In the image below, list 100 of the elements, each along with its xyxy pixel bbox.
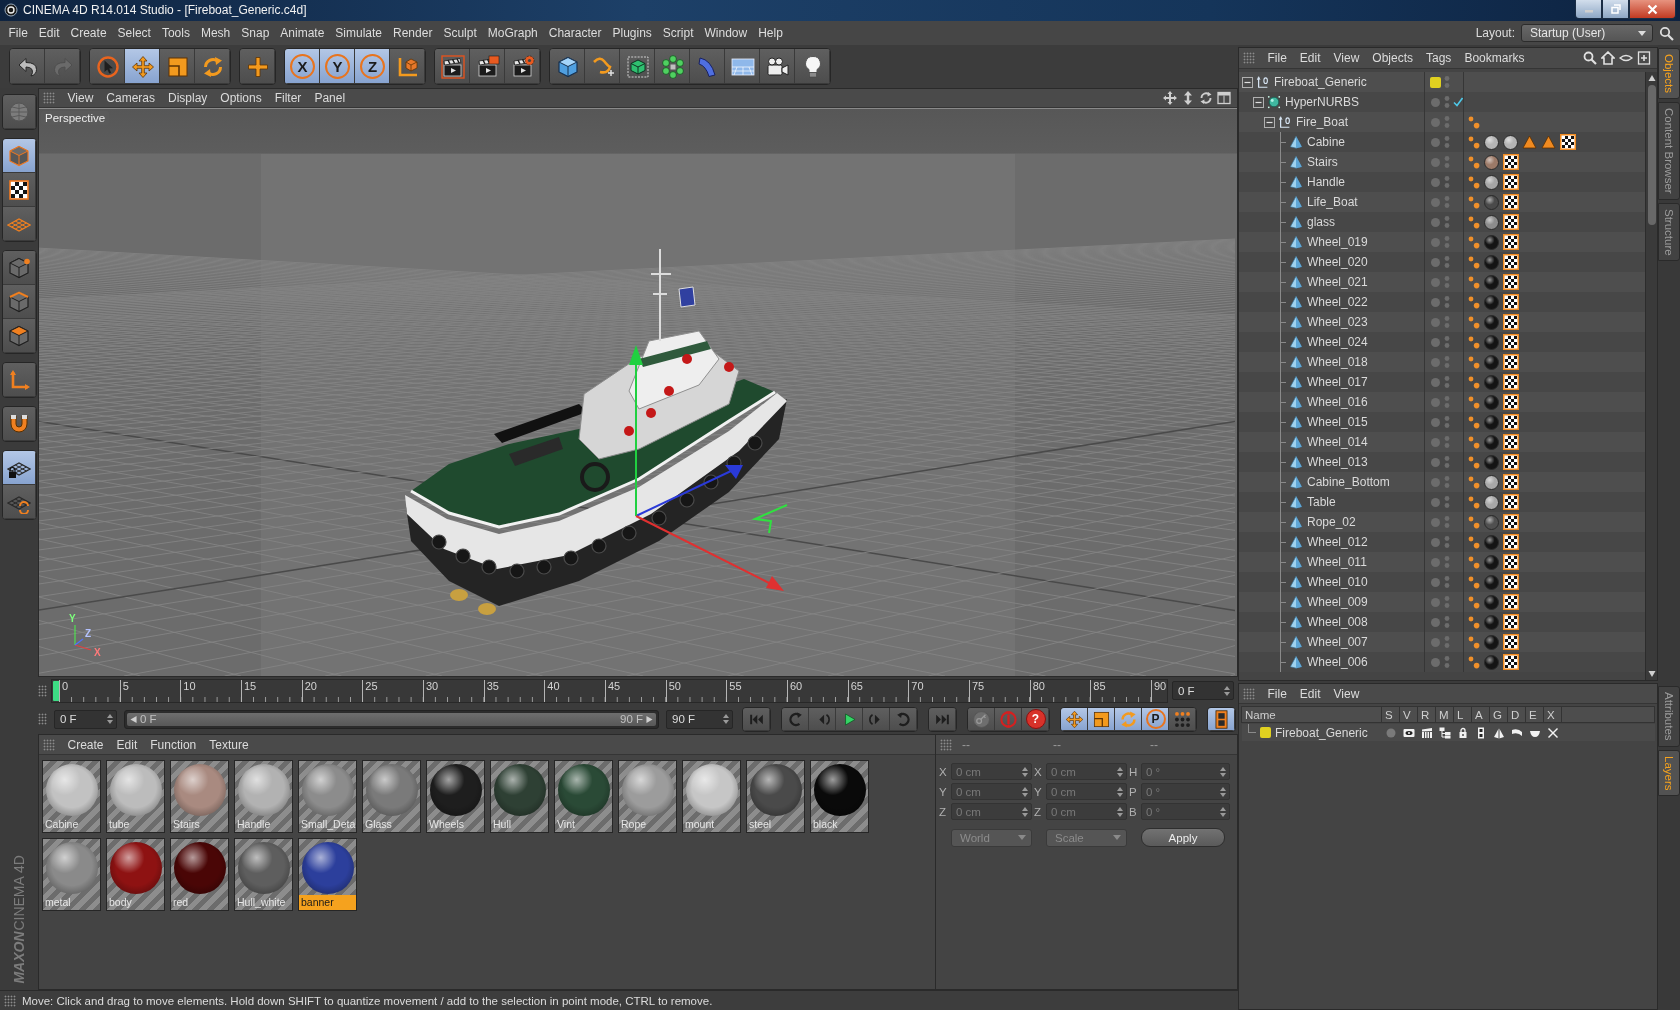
clapperboard-icon[interactable] (1421, 726, 1433, 739)
menu-item[interactable]: Window (699, 26, 753, 40)
collapse-box-icon[interactable] (1242, 76, 1253, 88)
tool-button[interactable] (655, 49, 690, 84)
checker-tag-icon[interactable] (1503, 214, 1519, 230)
menu-item[interactable]: View (1327, 686, 1366, 701)
sphere-tag-icon[interactable] (1484, 274, 1499, 290)
layer-dot-icon[interactable] (1430, 616, 1441, 628)
sphere-tag-icon[interactable] (1484, 474, 1499, 490)
pan-icon[interactable] (1163, 91, 1177, 105)
menu-item[interactable]: Script (657, 26, 699, 40)
checker-tag-icon[interactable] (1503, 494, 1519, 510)
tool-button[interactable] (2, 363, 36, 397)
layer-dot-icon[interactable] (1430, 136, 1441, 148)
dots-tag-icon[interactable] (1468, 415, 1480, 429)
end-frame-field[interactable]: 90 F (666, 709, 733, 729)
dot-icon[interactable] (1385, 726, 1397, 739)
scrollbar[interactable] (1645, 72, 1657, 680)
checker-tag-icon[interactable] (1503, 394, 1519, 410)
tool-button[interactable] (125, 49, 160, 84)
object-row[interactable]: Wheel_007 (1239, 632, 1645, 652)
side-tab[interactable]: Attributes (1658, 686, 1680, 747)
checker-tag-icon[interactable] (1503, 354, 1519, 370)
visibility-dots-icon[interactable] (1444, 595, 1450, 609)
layer-dot-icon[interactable] (1430, 276, 1441, 288)
layer-dot-icon[interactable] (1430, 436, 1441, 448)
material-tile[interactable]: Hull (490, 760, 549, 833)
menu-item[interactable]: Edit (33, 26, 66, 40)
collapse-box-icon[interactable] (1264, 116, 1275, 128)
bend-icon[interactable] (1511, 726, 1523, 739)
column-header[interactable]: S (1382, 707, 1400, 722)
checker-tag-icon[interactable] (1503, 154, 1519, 170)
object-row[interactable]: Fire_Boat (1239, 112, 1645, 132)
checker-tag-icon[interactable] (1503, 234, 1519, 250)
visibility-dots-icon[interactable] (1444, 455, 1450, 469)
menu-item[interactable]: Snap (235, 26, 275, 40)
menu-item[interactable]: Edit (110, 737, 144, 752)
checker-tag-icon[interactable] (1503, 574, 1519, 590)
menu-item[interactable]: Edit (1293, 686, 1328, 701)
column-header[interactable]: R (1418, 707, 1436, 722)
dots-tag-icon[interactable] (1468, 235, 1480, 249)
layer-dot-icon[interactable] (1430, 416, 1441, 428)
triangle-tag-icon[interactable] (1522, 135, 1537, 149)
sphere-tag-icon[interactable] (1484, 534, 1499, 550)
layer-row[interactable]: Fireboat_Generic (1242, 724, 1655, 741)
visibility-dots-icon[interactable] (1444, 315, 1450, 329)
layer-dot-icon[interactable] (1430, 96, 1441, 108)
side-tab[interactable]: Objects (1658, 48, 1680, 99)
question-mark-button[interactable]: ? (1022, 707, 1049, 731)
layer-dot-icon[interactable] (1430, 376, 1441, 388)
sphere-tag-icon[interactable] (1484, 294, 1499, 310)
layer-dot-icon[interactable] (1430, 596, 1441, 608)
layer-dot-icon[interactable] (1430, 576, 1441, 588)
object-row[interactable]: Fireboat_Generic (1239, 72, 1645, 92)
menu-item[interactable]: File (3, 26, 34, 40)
menu-item[interactable]: File (1261, 686, 1294, 701)
sphere-tag-icon[interactable] (1484, 614, 1499, 630)
menu-item[interactable]: Create (61, 737, 111, 752)
parameter-key-button[interactable]: P (1142, 707, 1169, 731)
visibility-dots-icon[interactable] (1444, 435, 1450, 449)
dots-tag-icon[interactable] (1468, 535, 1480, 549)
menu-item[interactable]: Options (213, 91, 269, 105)
material-tile[interactable]: red (170, 838, 229, 911)
eye-icon[interactable] (1403, 726, 1415, 739)
sphere-tag-icon[interactable] (1484, 514, 1499, 530)
sphere-tag-icon[interactable] (1484, 254, 1499, 270)
object-row[interactable]: Wheel_016 (1239, 392, 1645, 412)
checker-tag-icon[interactable] (1503, 374, 1519, 390)
object-row[interactable]: Rope_02 (1239, 512, 1645, 532)
layer-dot-icon[interactable] (1430, 196, 1441, 208)
side-tab[interactable]: Structure (1658, 202, 1680, 262)
pyramid-icon[interactable] (1493, 726, 1505, 739)
layer-color-swatch[interactable] (1430, 76, 1441, 88)
check-icon[interactable] (1453, 97, 1463, 107)
visibility-dots-icon[interactable] (1444, 395, 1450, 409)
column-header[interactable]: L (1454, 707, 1472, 722)
tool-button[interactable] (836, 707, 863, 731)
tool-button[interactable] (725, 49, 760, 84)
x-shape-icon[interactable] (1547, 726, 1559, 739)
layer-dot-icon[interactable] (1430, 116, 1441, 128)
layer-dot-icon[interactable] (1430, 396, 1441, 408)
menu-item[interactable]: Tools (156, 26, 196, 40)
object-row[interactable]: Wheel_014 (1239, 432, 1645, 452)
checker-tag-icon[interactable] (1503, 414, 1519, 430)
visibility-dots-icon[interactable] (1444, 555, 1450, 569)
visibility-dots-icon[interactable] (1444, 75, 1450, 89)
tool-button[interactable] (550, 49, 585, 84)
object-row[interactable]: Wheel_011 (1239, 552, 1645, 572)
menu-item[interactable]: Help (752, 26, 789, 40)
sphere-tag-icon[interactable] (1484, 214, 1499, 230)
dots-tag-icon[interactable] (1468, 475, 1480, 489)
sphere-tag-icon[interactable] (1484, 374, 1499, 390)
dots-tag-icon[interactable] (1468, 195, 1480, 209)
tool-button[interactable] (1208, 707, 1235, 731)
visibility-dots-icon[interactable] (1444, 575, 1450, 589)
menu-item[interactable]: Panel (307, 91, 352, 105)
menu-item[interactable]: Bookmarks (1457, 51, 1531, 65)
layer-dot-icon[interactable] (1430, 356, 1441, 368)
menu-item[interactable]: Cameras (99, 91, 162, 105)
menu-item[interactable]: Simulate (329, 26, 388, 40)
